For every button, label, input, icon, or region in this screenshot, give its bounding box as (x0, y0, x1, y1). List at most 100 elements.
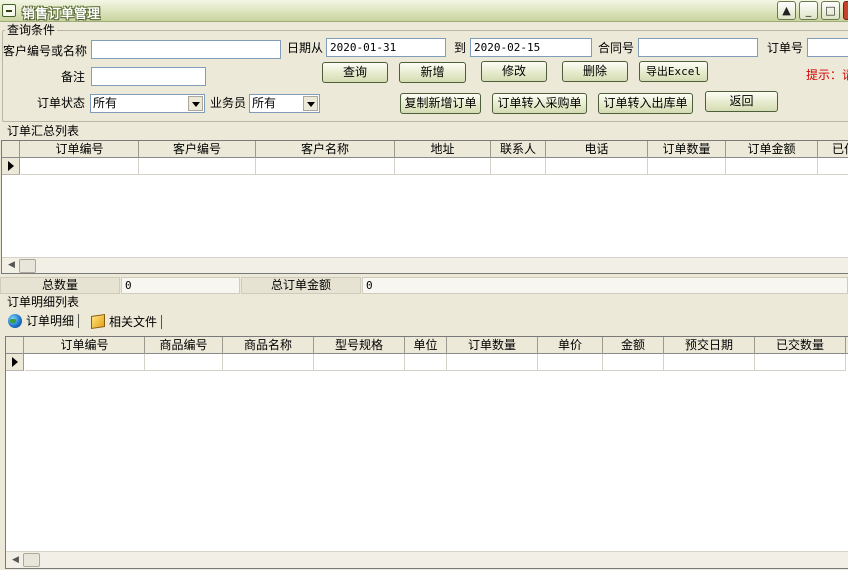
detail-col-amount[interactable]: 金额 (603, 337, 664, 354)
title-bar: 销售订单管理 ▲ _ □ (0, 0, 848, 22)
remark-input[interactable] (91, 67, 206, 86)
remark-label: 备注 (61, 70, 86, 84)
detail-col-spec[interactable]: 型号规格 (314, 337, 405, 354)
tab-order-detail[interactable]: 订单明细 (8, 312, 83, 330)
current-row-indicator (6, 354, 24, 371)
salesman-label: 业务员 (210, 96, 247, 110)
header-indicator (2, 141, 20, 158)
summary-col-address[interactable]: 地址 (395, 141, 491, 158)
scroll-left-icon[interactable]: ◀ (4, 258, 19, 273)
detail-col-order-no[interactable]: 订单编号 (25, 337, 145, 354)
package-icon (91, 314, 105, 329)
contract-label: 合同号 (598, 41, 635, 55)
edit-button[interactable]: 修改 (481, 61, 547, 82)
table-row[interactable] (447, 354, 538, 371)
table-row[interactable] (755, 354, 846, 371)
system-menu-icon[interactable] (2, 4, 16, 17)
maximize-button[interactable]: □ (821, 1, 840, 20)
chevron-down-icon[interactable] (303, 96, 318, 111)
summary-grid[interactable]: 订单编号 客户编号 客户名称 地址 联系人 电话 订单数量 订单金额 已付 ◀ (1, 140, 848, 274)
total-qty-value: 0 (121, 277, 240, 294)
table-row[interactable] (664, 354, 755, 371)
table-row[interactable] (25, 354, 145, 371)
summary-group-label: 订单汇总列表 (5, 124, 82, 138)
summary-grid-header: 订单编号 客户编号 客户名称 地址 联系人 电话 订单数量 订单金额 已付 (2, 141, 848, 158)
summary-col-order-qty[interactable]: 订单数量 (648, 141, 726, 158)
query-group-label: 查询条件 (5, 23, 58, 37)
total-amount-label: 总订单金额 (241, 277, 361, 294)
detail-grid-header: 订单编号 商品编号 商品名称 型号规格 单位 订单数量 单价 金额 预交日期 已… (6, 337, 848, 354)
salesman-select-value: 所有 (252, 96, 277, 110)
total-qty-label: 总数量 (0, 277, 120, 294)
detail-horizontal-scrollbar[interactable]: ◀ (6, 551, 848, 568)
summary-col-customer-name[interactable]: 客户名称 (256, 141, 395, 158)
delete-button[interactable]: 删除 (562, 61, 628, 82)
table-row[interactable] (818, 158, 848, 175)
scrollbar-thumb[interactable] (19, 259, 36, 273)
total-amount-value: 0 (362, 277, 848, 294)
table-row[interactable] (546, 158, 648, 175)
status-label: 订单状态 (37, 96, 86, 110)
detail-grid[interactable]: 订单编号 商品编号 商品名称 型号规格 单位 订单数量 单价 金额 预交日期 已… (5, 336, 848, 569)
detail-col-delivered-qty[interactable]: 已交数量 (755, 337, 846, 354)
close-button[interactable] (843, 1, 848, 20)
table-row[interactable] (726, 158, 818, 175)
scrollbar-thumb[interactable] (23, 553, 40, 567)
date-to-input[interactable]: 2020-02-15 (470, 38, 592, 57)
summary-horizontal-scrollbar[interactable]: ◀ (2, 257, 848, 273)
table-row[interactable] (395, 158, 491, 175)
table-row[interactable] (139, 158, 256, 175)
query-button[interactable]: 查询 (322, 62, 388, 83)
table-row[interactable] (21, 158, 139, 175)
minimize-button[interactable]: _ (799, 1, 818, 20)
order-to-purchase-button[interactable]: 订单转入采购单 (492, 93, 587, 114)
table-row[interactable] (491, 158, 546, 175)
date-to-label: 到 (454, 41, 467, 55)
detail-group-label: 订单明细列表 (5, 295, 82, 309)
detail-col-product-name[interactable]: 商品名称 (223, 337, 314, 354)
detail-col-unit[interactable]: 单位 (405, 337, 447, 354)
detail-col-order-qty[interactable]: 订单数量 (447, 337, 538, 354)
table-row[interactable] (603, 354, 664, 371)
table-row[interactable] (145, 354, 223, 371)
summary-col-order-amount[interactable]: 订单金额 (726, 141, 818, 158)
tab-order-detail-label: 订单明细 (26, 314, 75, 328)
contract-input[interactable] (638, 38, 758, 57)
summary-col-customer-no[interactable]: 客户编号 (139, 141, 256, 158)
detail-col-delivery-date[interactable]: 预交日期 (664, 337, 755, 354)
scroll-left-icon[interactable]: ◀ (8, 553, 23, 568)
add-button[interactable]: 新增 (399, 62, 466, 83)
restore-up-button[interactable]: ▲ (777, 1, 796, 20)
table-row[interactable] (405, 354, 447, 371)
current-row-indicator (2, 158, 20, 175)
summary-col-order-no[interactable]: 订单编号 (21, 141, 139, 158)
status-select[interactable]: 所有 (90, 94, 205, 113)
detail-col-unit-price[interactable]: 单价 (538, 337, 603, 354)
date-from-label: 日期从 (287, 41, 324, 55)
tab-related-files[interactable]: 相关文件 (91, 313, 166, 331)
date-from-input[interactable]: 2020-01-31 (326, 38, 446, 57)
table-row[interactable] (538, 354, 603, 371)
order-no-label: 订单号 (767, 41, 804, 55)
window-title: 销售订单管理 (22, 7, 101, 22)
summary-col-paid[interactable]: 已付 (818, 141, 848, 158)
back-button[interactable]: 返回 (705, 91, 778, 112)
detail-col-product-no[interactable]: 商品编号 (145, 337, 223, 354)
customer-input[interactable] (91, 40, 281, 59)
order-to-outbound-button[interactable]: 订单转入出库单 (598, 93, 693, 114)
globe-icon (8, 314, 22, 328)
salesman-select[interactable]: 所有 (249, 94, 320, 113)
table-row[interactable] (223, 354, 314, 371)
summary-col-contact[interactable]: 联系人 (491, 141, 546, 158)
copy-add-order-button[interactable]: 复制新增订单 (400, 93, 481, 114)
order-no-input[interactable] (807, 38, 848, 57)
table-row[interactable] (256, 158, 395, 175)
summary-col-phone[interactable]: 电话 (546, 141, 648, 158)
chevron-down-icon[interactable] (188, 96, 203, 111)
tab-related-files-label: 相关文件 (109, 315, 158, 329)
table-row[interactable] (648, 158, 726, 175)
status-select-value: 所有 (93, 96, 118, 110)
hint-text: 提示：请 (806, 68, 848, 82)
export-excel-button[interactable]: 导出Excel (639, 61, 708, 82)
table-row[interactable] (314, 354, 405, 371)
